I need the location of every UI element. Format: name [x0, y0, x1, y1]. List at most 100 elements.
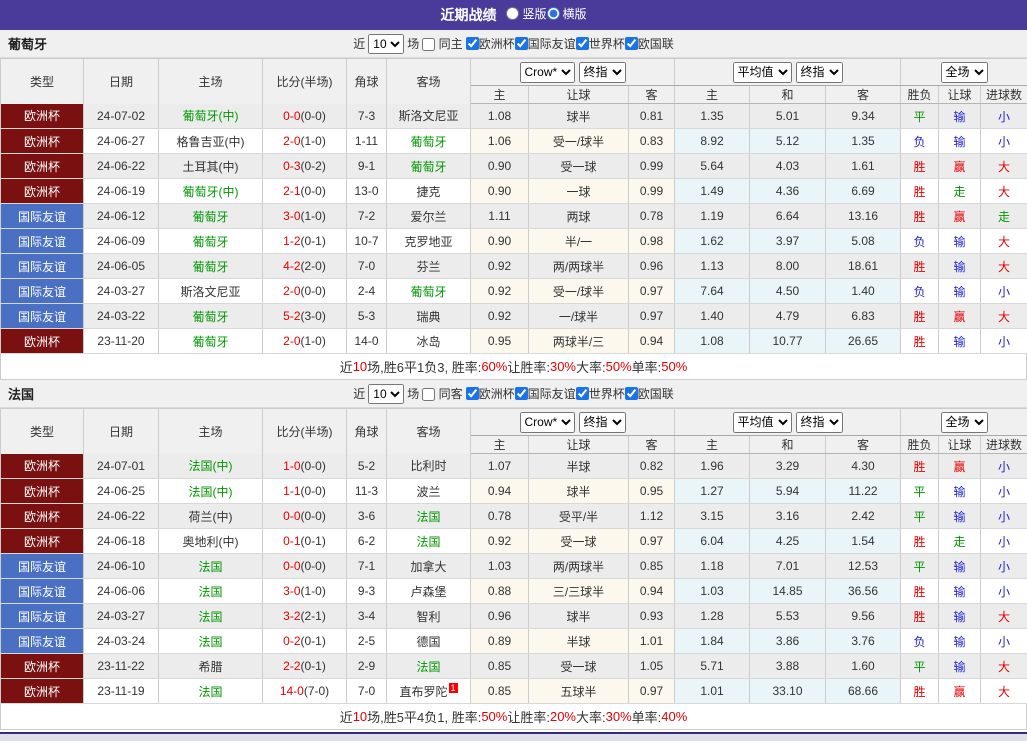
home-team: 法国: [159, 579, 263, 604]
handicap-home-odds: 0.89: [471, 629, 529, 654]
competition-checkbox[interactable]: [625, 387, 638, 400]
half-time-score: (1-0): [301, 584, 326, 598]
handicap-home-odds: 0.78: [471, 504, 529, 529]
scope-select[interactable]: 全场: [941, 412, 988, 433]
summary-segment: 大率:: [576, 707, 606, 726]
result-handicap: 输: [939, 329, 981, 354]
competition-option[interactable]: 世界杯: [576, 385, 625, 402]
away-team-name: 瑞典: [416, 310, 440, 324]
odds-source-select[interactable]: Crow*: [520, 62, 575, 83]
handicap-home-odds: 0.88: [471, 579, 529, 604]
summary-segment: 50%: [481, 709, 507, 724]
handicap-away-odds: 0.94: [629, 329, 675, 354]
competition-option[interactable]: 国际友谊: [515, 385, 576, 402]
match-row: 欧洲杯 24-06-27 格鲁吉亚(中) 2-0(1-0) 1-11 葡萄牙 1…: [1, 129, 1027, 154]
games-count-select[interactable]: 10: [368, 384, 404, 404]
col-header-score: 比分(半场): [263, 59, 347, 104]
avg-time-select[interactable]: 终指: [796, 412, 843, 433]
avg-away-odds: 68.66: [826, 679, 901, 704]
corner-count: 2-4: [347, 279, 387, 304]
competition-option[interactable]: 欧洲杯: [466, 385, 515, 402]
odds-time-select[interactable]: 终指: [579, 62, 626, 83]
away-team-name: 捷克: [416, 185, 440, 199]
competition-option[interactable]: 欧国联: [625, 35, 674, 52]
match-row: 欧洲杯 24-07-01 法国(中) 1-0(0-0) 5-2 比利时 1.07…: [1, 454, 1027, 479]
layout-radio-option[interactable]: 横版: [547, 5, 587, 22]
home-team: 法国(中): [159, 479, 263, 504]
handicap-away-odds: 0.85: [629, 554, 675, 579]
odds-time-select[interactable]: 终指: [579, 412, 626, 433]
competition-badge: 国际友谊: [1, 304, 84, 329]
match-row: 欧洲杯 24-06-22 荷兰(中) 0-0(0-0) 3-6 法国 0.78 …: [1, 504, 1027, 529]
competition-checkbox[interactable]: [576, 37, 589, 50]
home-team: 土耳其(中): [159, 154, 263, 179]
away-team: 瑞典: [387, 304, 471, 329]
home-team: 法国: [159, 679, 263, 704]
competition-badge: 国际友谊: [1, 629, 84, 654]
competition-checkbox[interactable]: [515, 37, 528, 50]
avg-away-odds: 36.56: [826, 579, 901, 604]
corner-count: 13-0: [347, 179, 387, 204]
competition-option[interactable]: 世界杯: [576, 35, 625, 52]
avg-home-odds: 1.08: [675, 329, 750, 354]
avg-time-select[interactable]: 终指: [796, 62, 843, 83]
half-time-score: (0-0): [301, 509, 326, 523]
avg-away-odds: 1.35: [826, 129, 901, 154]
match-row: 欧洲杯 23-11-22 希腊 2-2(0-1) 2-9 法国 0.85 受一球…: [1, 654, 1027, 679]
handicap-away-odds: 0.99: [629, 179, 675, 204]
home-team-name: 葡萄牙: [192, 310, 228, 324]
home-team-name: 法国(中): [189, 459, 233, 473]
avg-away-odds: 26.65: [826, 329, 901, 354]
scope-select[interactable]: 全场: [941, 62, 988, 83]
competition-option[interactable]: 国际友谊: [515, 35, 576, 52]
full-time-score: 1-0: [283, 459, 300, 473]
handicap-away-odds: 0.97: [629, 679, 675, 704]
result-wdl: 平: [901, 554, 939, 579]
result-goals: 小: [981, 579, 1027, 604]
competition-checkbox[interactable]: [625, 37, 638, 50]
avg-draw-odds: 8.00: [750, 254, 826, 279]
competition-checkbox[interactable]: [515, 387, 528, 400]
competition-option[interactable]: 欧国联: [625, 385, 674, 402]
away-team-name: 直布罗陀: [399, 685, 447, 699]
same-venue-checkbox[interactable]: [422, 38, 435, 51]
competition-option[interactable]: 欧洲杯: [466, 35, 515, 52]
handicap-line: 球半: [529, 104, 629, 129]
handicap-home-odds: 0.90: [471, 229, 529, 254]
full-time-score: 5-2: [283, 309, 300, 323]
games-count-select[interactable]: 10: [368, 34, 404, 54]
home-team: 法国(中): [159, 454, 263, 479]
handicap-away-odds: 0.81: [629, 104, 675, 129]
result-wdl: 胜: [901, 154, 939, 179]
layout-radio-option[interactable]: 竖版: [506, 5, 546, 22]
match-row: 欧洲杯 23-11-19 法国 14-0(7-0) 7-0 直布罗陀1 0.85…: [1, 679, 1027, 704]
match-date: 24-06-27: [84, 129, 159, 154]
away-team: 比利时: [387, 454, 471, 479]
handicap-home-odds: 0.90: [471, 154, 529, 179]
sub-header-avg-away: 客: [826, 436, 901, 454]
away-team: 芬兰: [387, 254, 471, 279]
avg-source-select[interactable]: 平均值: [733, 62, 792, 83]
competition-checkbox[interactable]: [466, 387, 479, 400]
competition-checkbox[interactable]: [576, 387, 589, 400]
result-handicap: 赢: [939, 154, 981, 179]
avg-home-odds: 5.64: [675, 154, 750, 179]
result-wdl: 平: [901, 504, 939, 529]
avg-draw-odds: 5.01: [750, 104, 826, 129]
full-time-score: 0-3: [283, 159, 300, 173]
result-handicap: 赢: [939, 454, 981, 479]
handicap-home-odds: 1.11: [471, 204, 529, 229]
same-venue-option[interactable]: 同客: [422, 385, 462, 402]
same-venue-option[interactable]: 同主: [422, 35, 462, 52]
result-handicap: 输: [939, 579, 981, 604]
half-time-score: (3-0): [301, 309, 326, 323]
odds-source-select[interactable]: Crow*: [520, 412, 575, 433]
same-venue-checkbox[interactable]: [422, 388, 435, 401]
avg-source-select[interactable]: 平均值: [733, 412, 792, 433]
result-handicap: 输: [939, 129, 981, 154]
half-time-score: (0-1): [301, 534, 326, 548]
layout-radio[interactable]: [506, 7, 519, 20]
home-team-name: 葡萄牙: [192, 210, 228, 224]
layout-radio[interactable]: [547, 7, 560, 20]
competition-checkbox[interactable]: [466, 37, 479, 50]
